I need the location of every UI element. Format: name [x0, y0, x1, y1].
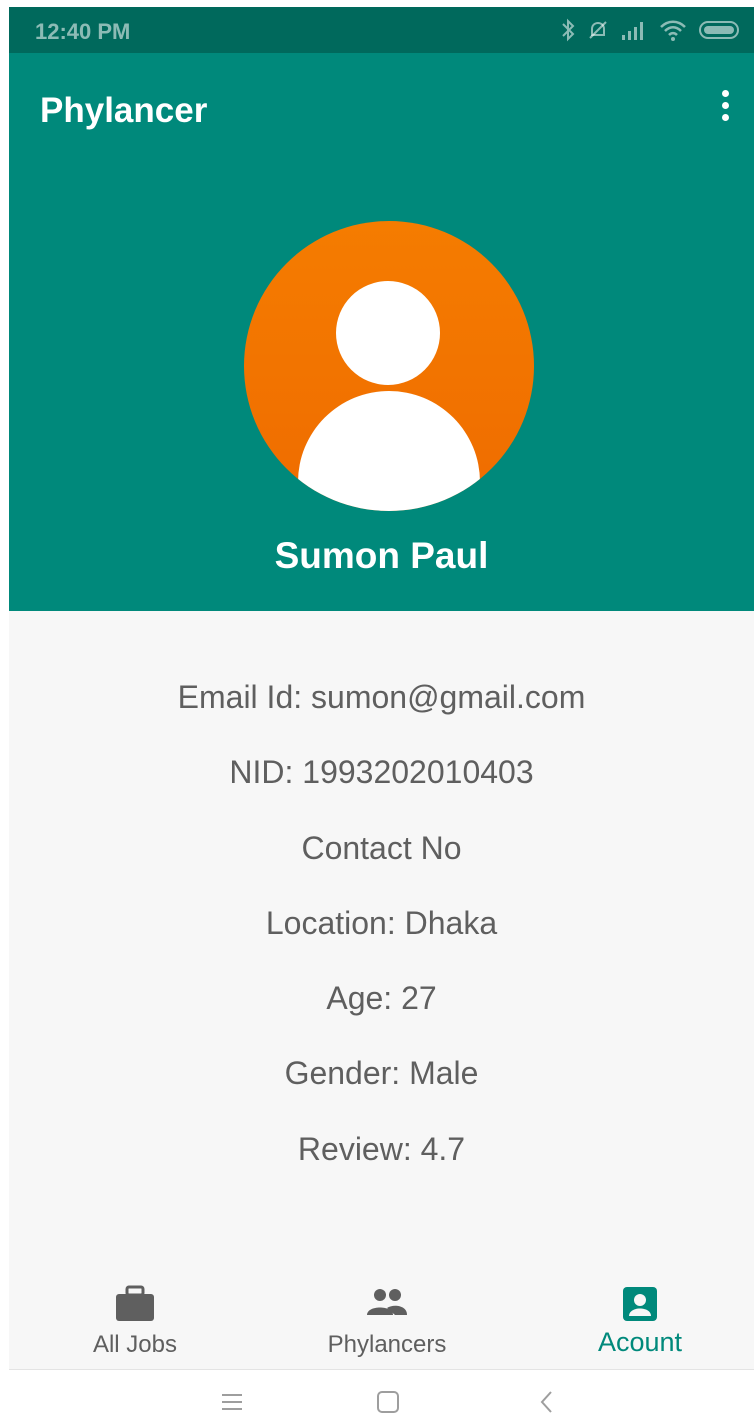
- profile-header: Phylancer Sumon Paul: [9, 53, 754, 611]
- nav-label-all-jobs: All Jobs: [92, 1331, 178, 1358]
- back-icon[interactable]: [527, 1382, 567, 1422]
- detail-review: Review: 4.7: [297, 1131, 466, 1167]
- avatar: [244, 221, 534, 511]
- system-navigation-bar: [9, 1370, 754, 1428]
- app-title: Phylancer: [40, 91, 208, 130]
- nav-all-jobs[interactable]: All Jobs: [11, 1269, 259, 1369]
- status-time: 12:40 PM: [35, 19, 131, 44]
- bell-off-icon: [586, 18, 610, 42]
- people-icon: [263, 1285, 511, 1323]
- nav-phylancers[interactable]: Phylancers: [263, 1269, 511, 1369]
- app-screen: 12:40 PM Phylancer Sumon Paul Email Id: …: [9, 7, 754, 1428]
- account-box-icon: [516, 1285, 754, 1323]
- person-icon-body: [298, 391, 480, 511]
- more-vert-icon[interactable]: [712, 83, 738, 127]
- profile-name: Sumon Paul: [274, 535, 489, 576]
- nav-account[interactable]: Acount: [516, 1269, 754, 1369]
- menu-icon[interactable]: [212, 1382, 252, 1422]
- detail-contact: Contact No: [301, 830, 462, 866]
- wifi-icon: [658, 18, 688, 42]
- detail-location: Location: Dhaka: [265, 905, 498, 941]
- home-icon[interactable]: [368, 1382, 408, 1422]
- battery-icon: [698, 19, 742, 41]
- person-icon-head: [336, 281, 440, 385]
- detail-gender: Gender: Male: [284, 1055, 479, 1091]
- bluetooth-icon: [560, 18, 576, 42]
- detail-email: Email Id: sumon@gmail.com: [177, 679, 586, 715]
- nav-label-phylancers: Phylancers: [327, 1331, 447, 1358]
- nav-label-account: Acount: [597, 1327, 683, 1357]
- briefcase-icon: [11, 1285, 259, 1323]
- detail-age: Age: 27: [326, 980, 437, 1016]
- status-icons: [560, 17, 742, 43]
- signal-icon: [620, 19, 648, 41]
- bottom-navigation: All Jobs Phylancers Acount: [9, 1269, 754, 1369]
- detail-nid: NID: 1993202010403: [229, 754, 534, 790]
- status-bar: 12:40 PM: [9, 7, 754, 53]
